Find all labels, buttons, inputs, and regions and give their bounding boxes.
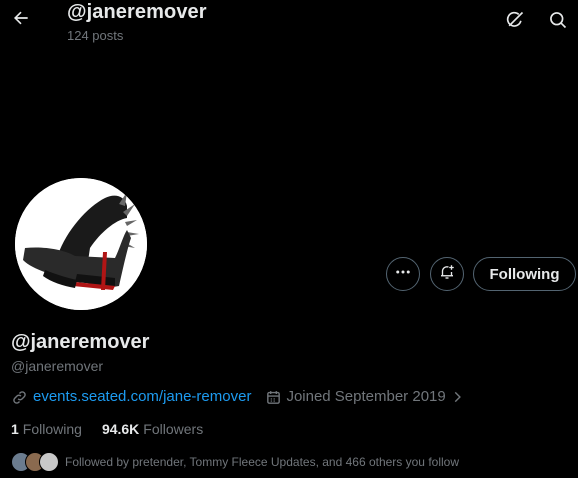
followed-by-row[interactable]: Followed by pretender, Tommy Fleece Upda… <box>11 452 459 472</box>
following-count-link[interactable]: 1 Following <box>11 421 82 438</box>
post-count: 124 posts <box>67 28 124 43</box>
follow-counts: 1 Following 94.6K Followers <box>11 421 203 438</box>
search-icon[interactable] <box>546 8 570 32</box>
calendar-icon <box>265 389 282 406</box>
link-icon <box>11 389 28 406</box>
profile-meta: events.seated.com/jane-remover Joined Se… <box>11 388 464 406</box>
chevron-right-icon[interactable] <box>450 389 464 405</box>
avatar <box>39 452 59 472</box>
follower-avatars <box>11 452 59 472</box>
followed-by-text: Followed by pretender, Tommy Fleece Upda… <box>65 455 459 469</box>
grok-icon[interactable] <box>503 8 527 32</box>
bell-plus-icon <box>438 263 456 286</box>
notify-button[interactable] <box>430 257 464 291</box>
header-title-block: @janeremover 124 posts <box>67 1 207 43</box>
followers-label: Followers <box>143 421 204 437</box>
following-count: 1 <box>11 421 19 437</box>
page-title: @janeremover <box>67 1 207 23</box>
joined-date: Joined September 2019 <box>286 388 446 405</box>
avatar-image <box>15 178 147 310</box>
profile-name: @janeremover <box>11 331 150 353</box>
website-link[interactable]: events.seated.com/jane-remover <box>33 388 251 406</box>
followers-count-link[interactable]: 94.6K Followers <box>102 421 203 438</box>
avatar[interactable] <box>12 175 150 313</box>
following-button[interactable]: Following <box>473 257 576 291</box>
followers-count: 94.6K <box>101 421 140 437</box>
more-icon <box>394 263 412 286</box>
more-button[interactable] <box>386 257 420 291</box>
following-label: Following <box>22 421 82 437</box>
profile-handle: @janeremover <box>11 358 104 374</box>
back-arrow-icon[interactable] <box>9 6 33 30</box>
top-bar: @janeremover 124 posts <box>0 0 578 50</box>
